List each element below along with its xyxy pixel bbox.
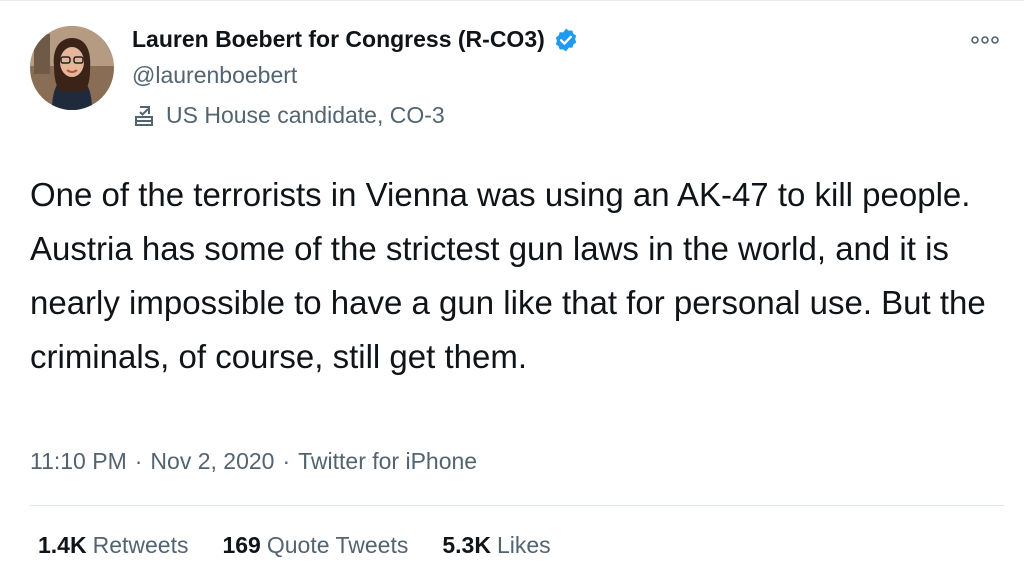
author-handle[interactable]: @laurenboebert [132, 62, 297, 89]
quote-tweets-count: 169 [222, 532, 261, 558]
meta-separator: · [134, 448, 143, 474]
engagement-stats: 1.4K Retweets 169 Quote Tweets 5.3K Likes [38, 532, 585, 559]
tweet-card: Lauren Boebert for Congress (R-CO3) @lau… [0, 0, 1024, 581]
likes-count: 5.3K [442, 532, 491, 558]
candidate-label: US House candidate, CO-3 [132, 102, 445, 129]
author-display-name[interactable]: Lauren Boebert for Congress (R-CO3) [132, 26, 579, 53]
more-options-icon[interactable] [970, 30, 1000, 50]
display-name-text[interactable]: Lauren Boebert for Congress (R-CO3) [132, 26, 545, 53]
divider [30, 505, 1004, 506]
tweet-time[interactable]: 11:10 PM [30, 448, 127, 475]
candidate-label-text: US House candidate, CO-3 [166, 102, 445, 128]
avatar[interactable] [30, 26, 114, 110]
tweet-source[interactable]: Twitter for iPhone [298, 448, 477, 475]
retweets-label: Retweets [92, 532, 189, 558]
tweet-date[interactable]: Nov 2, 2020 [150, 448, 274, 475]
top-border [0, 0, 1024, 1]
verified-badge-icon [553, 27, 579, 53]
retweets-stat[interactable]: 1.4K Retweets [38, 532, 188, 559]
retweets-count: 1.4K [38, 532, 87, 558]
likes-label: Likes [496, 532, 551, 558]
quote-tweets-stat[interactable]: 169 Quote Tweets [222, 532, 408, 559]
likes-stat[interactable]: 5.3K Likes [442, 532, 550, 559]
meta-separator: · [282, 448, 291, 474]
ballot-box-icon [132, 104, 156, 128]
tweet-text: One of the terrorists in Vienna was usin… [30, 176, 986, 375]
quote-tweets-label: Quote Tweets [266, 532, 409, 558]
tweet-metadata: 11:10 PM · Nov 2, 2020 · Twitter for iPh… [30, 448, 477, 475]
